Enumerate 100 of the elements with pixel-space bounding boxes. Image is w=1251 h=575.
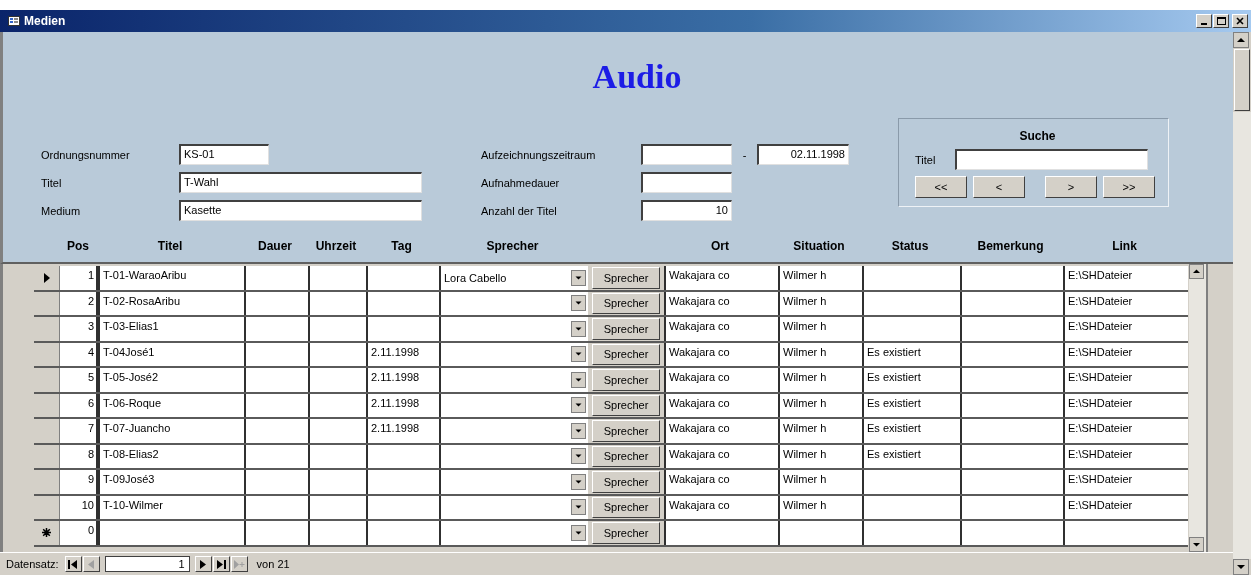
speaker-button[interactable]: Sprecher <box>592 343 660 365</box>
record-count: von 21 <box>256 558 290 570</box>
speaker-button[interactable]: Sprecher <box>592 471 660 493</box>
column-header: Pos <box>66 239 90 253</box>
table-cell: Es existiert <box>862 368 960 392</box>
table-cell <box>308 495 366 519</box>
table-cell: Wakajara co <box>664 495 778 519</box>
table-cell <box>244 495 308 519</box>
table-cell: Es existiert <box>862 444 960 468</box>
speaker-dropdown[interactable] <box>439 342 588 366</box>
current-record-icon <box>43 272 50 283</box>
speaker-dropdown[interactable] <box>439 419 588 443</box>
column-header: Ort <box>710 239 730 253</box>
table-cell: T-07-Juancho <box>98 419 244 443</box>
number-field[interactable]: 10 <box>641 200 732 221</box>
table-cell: E:\SHDateier <box>1063 342 1188 366</box>
search-nav-button[interactable]: < <box>973 176 1025 198</box>
field-label: Anzahl der Titel <box>481 204 558 217</box>
range-separator: - <box>741 148 748 161</box>
speaker-button[interactable]: Sprecher <box>592 267 660 289</box>
scrollbar[interactable] <box>1189 264 1208 552</box>
table-cell: Wilmer h <box>778 317 862 341</box>
table-cell: E:\SHDateier <box>1063 266 1188 290</box>
speaker-button[interactable]: Sprecher <box>592 394 660 416</box>
table-cell <box>244 317 308 341</box>
table-cell <box>308 470 366 494</box>
close-button[interactable] <box>1232 14 1248 28</box>
new-record-icon <box>233 559 246 569</box>
field-label: Medium <box>41 204 82 217</box>
table-cell: Wakajara co <box>664 419 778 443</box>
column-header: Tag <box>390 239 413 253</box>
next-record-button[interactable] <box>194 556 212 572</box>
speaker-button[interactable]: Sprecher <box>592 420 660 442</box>
table-cell: T-04José1 <box>98 342 244 366</box>
text-field[interactable]: KS-01 <box>179 144 269 165</box>
search-nav-button[interactable]: >> <box>1103 176 1155 198</box>
speaker-dropdown[interactable] <box>439 444 588 468</box>
speaker-button[interactable]: Sprecher <box>592 496 660 518</box>
scrollbar[interactable] <box>1233 32 1251 575</box>
close-icon <box>1236 17 1244 25</box>
table-cell: T-03-Elias1 <box>98 317 244 341</box>
table-cell: 5 <box>60 368 98 392</box>
minimize-button[interactable] <box>1196 14 1212 28</box>
speaker-dropdown[interactable] <box>439 521 588 545</box>
table-cell: Wakajara co <box>664 368 778 392</box>
speaker-button[interactable]: Sprecher <box>592 445 660 467</box>
table-cell <box>244 266 308 290</box>
table-cell: 8 <box>60 444 98 468</box>
speaker-button[interactable]: Sprecher <box>592 369 660 391</box>
table-cell <box>308 444 366 468</box>
table-cell: Wakajara co <box>664 317 778 341</box>
column-header: Titel <box>156 239 184 253</box>
scrollbar-thumb[interactable] <box>1234 49 1250 111</box>
search-field[interactable] <box>955 149 1148 170</box>
date-from-field[interactable] <box>641 144 732 165</box>
table-cell: 0 <box>60 521 98 545</box>
speaker-dropdown[interactable] <box>439 393 588 417</box>
record-number-field[interactable]: 1 <box>104 556 190 572</box>
speaker-dropdown[interactable] <box>439 368 588 392</box>
speaker-button[interactable]: Sprecher <box>592 318 660 340</box>
speaker-dropdown[interactable] <box>439 291 588 315</box>
table-cell: 3 <box>60 317 98 341</box>
table-cell: Wilmer h <box>778 342 862 366</box>
table-cell: Wakajara co <box>664 342 778 366</box>
column-header: Uhrzeit <box>314 239 358 253</box>
form-icon <box>8 16 20 26</box>
first-record-button[interactable] <box>64 556 82 572</box>
table-cell: E:\SHDateier <box>1063 317 1188 341</box>
column-header: Bemerkung <box>976 239 1045 253</box>
speaker-dropdown[interactable] <box>439 470 588 494</box>
speaker-dropdown[interactable]: Lora Cabello <box>439 266 588 290</box>
field-label: Titel <box>915 153 937 166</box>
speaker-dropdown[interactable] <box>439 495 588 519</box>
text-field[interactable]: Kasette <box>179 200 422 221</box>
date-to-field[interactable]: 02.11.1998 <box>757 144 849 165</box>
search-nav-button[interactable]: << <box>915 176 967 198</box>
table-cell: Wilmer h <box>778 368 862 392</box>
field-label: Aufzeichnungszeitraum <box>481 148 597 161</box>
field-label: Ordnungsnummer <box>41 148 131 161</box>
column-header: Link <box>1111 239 1138 253</box>
speaker-button[interactable]: Sprecher <box>592 522 660 544</box>
search-title: Suche <box>1018 129 1057 143</box>
table-cell: Wakajara co <box>664 266 778 290</box>
last-record-icon <box>215 559 228 569</box>
last-record-button[interactable] <box>212 556 230 572</box>
table-cell: 9 <box>60 470 98 494</box>
text-field[interactable] <box>641 172 732 193</box>
maximize-button[interactable] <box>1213 14 1229 28</box>
table-cell: 4 <box>60 342 98 366</box>
table-cell: Wilmer h <box>778 291 862 315</box>
window-title: Medien <box>24 14 66 28</box>
table-cell: Es existiert <box>862 342 960 366</box>
column-header: Sprecher <box>485 239 540 253</box>
table-cell <box>244 393 308 417</box>
table-cell: E:\SHDateier <box>1063 368 1188 392</box>
search-nav-button[interactable]: > <box>1045 176 1097 198</box>
speaker-button[interactable]: Sprecher <box>592 292 660 314</box>
text-field[interactable]: T-Wahl <box>179 172 422 193</box>
table-cell: Wakajara co <box>664 393 778 417</box>
speaker-dropdown[interactable] <box>439 317 588 341</box>
